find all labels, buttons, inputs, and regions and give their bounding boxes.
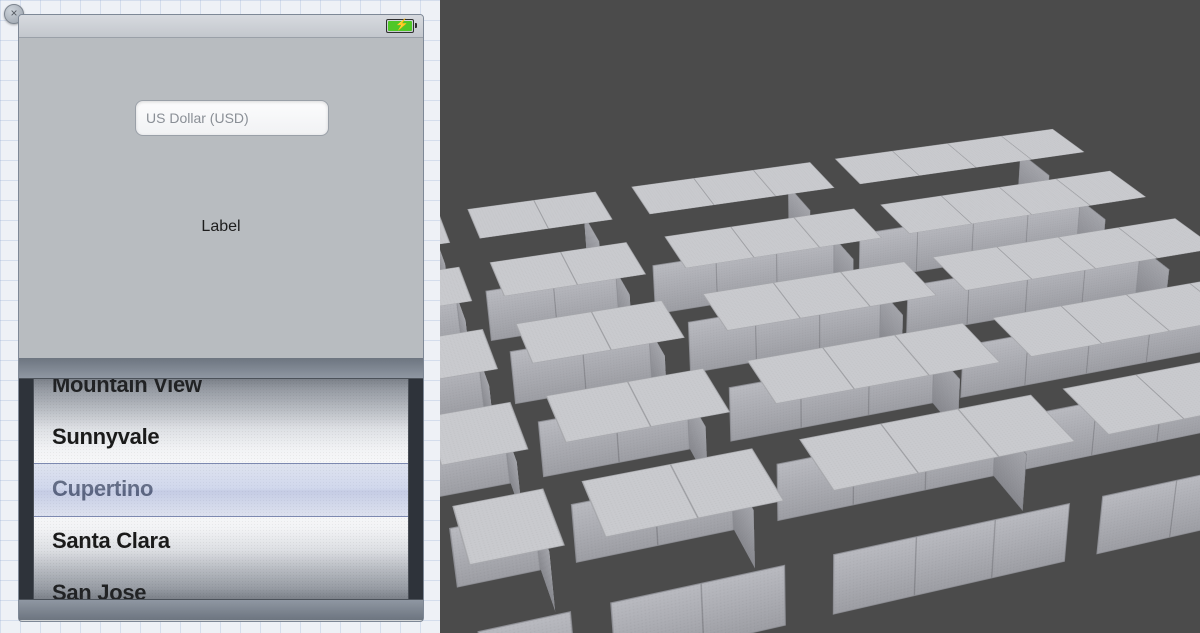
currency-text-field-placeholder: US Dollar (USD) [146, 110, 249, 126]
status-bar: ⚡ [19, 15, 423, 38]
box-face-top [440, 402, 529, 466]
battery-bolt-icon: ⚡ [395, 19, 409, 31]
interface-builder-canvas: × ⚡ US Dollar (USD) Label Mountain ViewS… [0, 0, 440, 633]
currency-text-field[interactable]: US Dollar (USD) [135, 100, 329, 136]
box-face-top [440, 213, 450, 253]
battery-charging-icon: ⚡ [386, 19, 414, 33]
picker-bezel [19, 358, 423, 379]
ios-device-frame: ⚡ US Dollar (USD) Label Mountain ViewSun… [18, 14, 424, 622]
picker-rows-container: Mountain ViewSunnyvaleCupertinoSanta Cla… [34, 358, 408, 620]
3d-viewport[interactable] [440, 0, 1200, 633]
picker-bezel [19, 599, 423, 620]
picker-row[interactable]: Sunnyvale [34, 411, 408, 463]
box-face-front [477, 611, 576, 633]
box-face-front [1096, 436, 1200, 555]
picker-wheel[interactable]: Mountain ViewSunnyvaleCupertinoSanta Cla… [33, 358, 409, 620]
picker-row[interactable]: Santa Clara [34, 515, 408, 567]
box-face-front [833, 503, 1070, 615]
app-root: × ⚡ US Dollar (USD) Label Mountain ViewS… [0, 0, 1200, 633]
uipickerview[interactable]: Mountain ViewSunnyvaleCupertinoSanta Cla… [19, 358, 423, 620]
static-label: Label [19, 218, 423, 236]
picker-row[interactable]: Cupertino [34, 463, 408, 515]
box-face-front [610, 565, 786, 633]
content-view: US Dollar (USD) Label [19, 38, 423, 358]
